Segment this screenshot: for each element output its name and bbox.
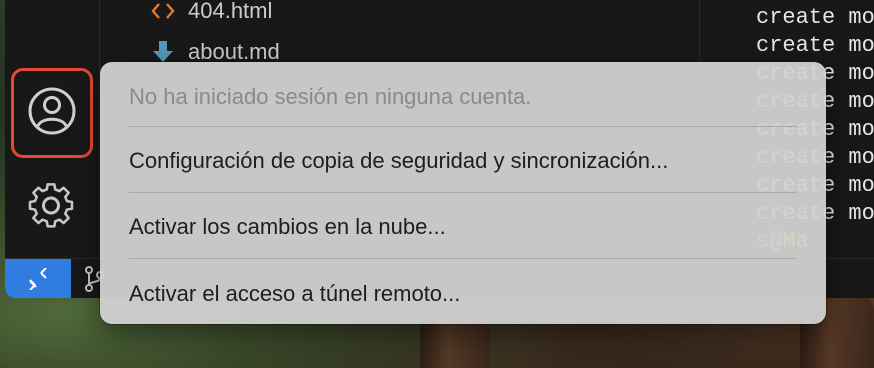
menu-separator [129,258,797,259]
menu-item-enable-cloud-changes[interactable]: Activar los cambios en la nube... [129,212,446,242]
activity-bar [5,0,100,258]
menu-item-backup-sync-settings[interactable]: Configuración de copia de seguridad y si… [129,146,668,176]
menu-item-not-signed-in: No ha iniciado sesión en ninguna cuenta. [129,84,532,109]
markdown-file-icon [150,40,176,64]
account-icon[interactable] [27,86,77,136]
menu-separator [129,192,797,193]
account-menu: No ha iniciado sesión en ninguna cuenta.… [100,62,826,324]
file-name: 404.html [188,0,273,23]
menu-separator [129,126,797,127]
file-item-404-html[interactable]: 404.html [150,0,272,26]
gear-icon[interactable] [26,181,76,231]
terminal-line: create mo [756,5,874,30]
remote-icon [29,268,47,290]
terminal-line: create mo [756,33,874,58]
remote-button[interactable] [5,259,71,298]
html-file-icon [150,1,176,21]
menu-item-enable-remote-tunnel[interactable]: Activar el acceso a túnel remoto... [129,279,460,309]
